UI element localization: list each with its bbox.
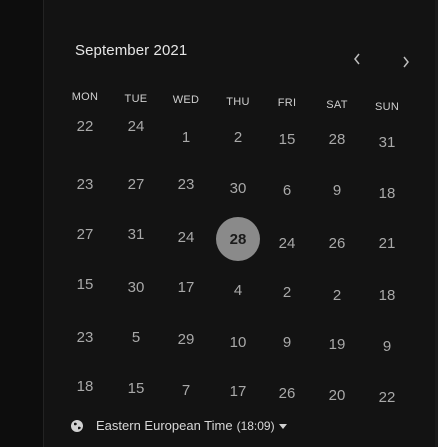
day-cell[interactable]: 20: [315, 373, 359, 417]
timezone-selector[interactable]: Eastern European Time (18:09): [70, 418, 287, 433]
day-cell[interactable]: 18: [63, 364, 107, 408]
day-cell[interactable]: 23: [63, 162, 107, 206]
day-cell[interactable]: 2: [315, 273, 359, 317]
timezone-label: Eastern European Time: [96, 418, 233, 433]
day-cell[interactable]: 9: [265, 320, 309, 364]
day-cell[interactable]: 19: [315, 322, 359, 366]
weekday-wed: WED: [172, 94, 200, 106]
day-cell[interactable]: 4: [216, 268, 260, 312]
day-cell[interactable]: 27: [63, 212, 107, 256]
day-cell-selected[interactable]: 28: [216, 217, 260, 261]
day-cell[interactable]: 23: [63, 315, 107, 359]
previous-month-button[interactable]: [346, 48, 368, 70]
chevron-right-icon: [403, 56, 409, 68]
day-cell[interactable]: 26: [315, 221, 359, 265]
day-cell[interactable]: 31: [114, 212, 158, 256]
chevron-left-icon: [354, 53, 360, 65]
date-picker-panel: September 2021 MON TUE WED THU FRI SAT SUN 22 2…: [0, 0, 438, 447]
day-cell[interactable]: 2: [216, 115, 260, 159]
day-cell[interactable]: 24: [164, 215, 208, 259]
day-cell[interactable]: 15: [114, 366, 158, 410]
day-cell[interactable]: 17: [216, 369, 260, 413]
day-cell[interactable]: 29: [164, 317, 208, 361]
day-cell[interactable]: 24: [114, 104, 158, 148]
timezone-time: (18:09): [236, 418, 275, 433]
day-cell[interactable]: 9: [315, 168, 359, 212]
weekday-thu: THU: [226, 96, 250, 108]
day-cell[interactable]: 15: [265, 117, 309, 161]
day-cell[interactable]: 2: [265, 270, 309, 314]
day-cell[interactable]: 30: [216, 166, 260, 210]
day-cell[interactable]: 10: [216, 320, 260, 364]
day-cell[interactable]: 27: [114, 162, 158, 206]
globe-icon: [71, 419, 83, 432]
day-cell[interactable]: 28: [315, 117, 359, 161]
day-cell[interactable]: 24: [265, 221, 309, 265]
weekday-mon: MON: [71, 91, 99, 103]
day-cell[interactable]: 17: [164, 265, 208, 309]
day-cell[interactable]: 5: [114, 315, 158, 359]
month-title: September 2021: [75, 42, 188, 59]
day-cell[interactable]: 23: [164, 162, 208, 206]
day-cell[interactable]: 22: [63, 104, 107, 148]
day-cell[interactable]: 30: [114, 265, 158, 309]
day-cell[interactable]: 9: [365, 324, 409, 368]
day-cell[interactable]: 6: [265, 168, 309, 212]
day-cell[interactable]: 7: [164, 368, 208, 412]
caret-down-icon: [278, 423, 287, 429]
day-cell[interactable]: 26: [265, 371, 309, 415]
next-month-button[interactable]: [395, 51, 417, 73]
weekday-sun: SUN: [374, 101, 400, 113]
left-sidebar-edge: [0, 0, 44, 447]
day-cell[interactable]: 15: [63, 262, 107, 306]
day-cell[interactable]: 18: [365, 171, 409, 215]
day-cell[interactable]: 1: [164, 115, 208, 159]
weekday-fri: FRI: [277, 97, 297, 109]
day-cell[interactable]: 22: [365, 375, 409, 419]
day-cell[interactable]: 21: [365, 221, 409, 265]
weekday-sat: SAT: [326, 99, 348, 111]
day-cell[interactable]: 18: [365, 273, 409, 317]
day-cell[interactable]: 31: [365, 120, 409, 164]
